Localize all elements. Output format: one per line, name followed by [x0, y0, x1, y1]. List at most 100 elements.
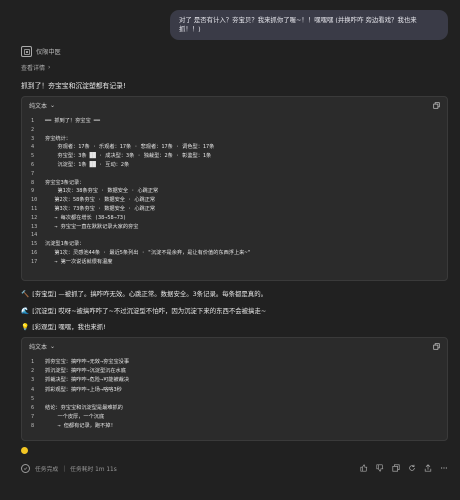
code-line: 6 沉淀型：1条 ██ · 互动：2条 — [31, 161, 438, 170]
code-line: 16 第1次：灵感池44条 · 最近5条列出 · "沉淀不是余弃，是让有价值的东… — [31, 249, 438, 258]
line-text: 沉淀型：1条 ██ · 互动：2条 — [45, 161, 130, 168]
status-text: [彩观型] 嘿嘿，我也来抓! — [32, 323, 106, 331]
share-icon — [424, 463, 431, 472]
more-icon — [440, 466, 447, 469]
task-footer: 任务完成 | 任务耗时 1m 11s — [21, 464, 117, 473]
code-line: 2 抓沉淀型：搞咋咋→沉淀型沉在水底 — [31, 367, 438, 376]
code-block-header: 纯文本 ⌄ — [22, 338, 447, 354]
code-block-header: 纯文本 ⌄ — [22, 97, 447, 113]
code-line: 13 → 夯宝宝一直在默默记录大家的夯宝 — [31, 223, 438, 232]
code-line: 17 → 第一次说话就很有温度 — [31, 258, 438, 267]
code-line: 14 — [31, 231, 438, 240]
code-line: 6 结论：夯宝宝和沉淀型是最难抓的 — [31, 404, 438, 413]
line-number: 8 — [31, 179, 35, 186]
check-circle-icon — [21, 464, 30, 473]
status-text: [沉淀型] 哎呀~被搞咋咋了~不过沉淀型不怕咋，因为沉淀下来的东西不会被搞走~ — [32, 307, 267, 315]
line-number: 15 — [31, 241, 38, 248]
line-text: → 夯宝宝一直在默默记录大家的夯宝 — [45, 223, 139, 230]
line-text: 夯观者：17条 · 乐观者：17条 · 悲观者：17条 · 调色型：17条 — [45, 144, 215, 151]
regenerate-button[interactable] — [407, 463, 416, 472]
refresh-icon — [408, 464, 415, 471]
line-text: 结论：夯宝宝和沉淀型是最难抓的 — [45, 404, 123, 411]
hammer-icon: 🔨 — [21, 289, 30, 298]
copy-message-button[interactable] — [391, 463, 400, 472]
code-line: 3 抓裁决型：搞咋咋→危险→可能被裁决 — [31, 376, 438, 385]
language-label: 纯文本 — [29, 102, 48, 110]
line-number: 17 — [31, 258, 38, 265]
thumbs-up-button[interactable] — [359, 463, 368, 472]
line-number: 9 — [31, 188, 35, 195]
line-text: 夯宝型：3条 ██ · 成决型：3条 · 独裁型：2条 · 彰鉴型：1条 — [45, 153, 212, 160]
separator: | — [63, 465, 66, 472]
code-line: 7 一个皮厚，一个沉底 — [31, 413, 438, 422]
assistant-intro: 抓到了！夯宝宝和沉淀塑都有记录! — [21, 82, 126, 90]
line-text: 一个皮厚，一个沉底 — [45, 414, 105, 421]
line-number: 11 — [31, 205, 38, 212]
code-line: 2 — [31, 126, 438, 135]
copy-button[interactable] — [432, 101, 440, 109]
line-text: 抓夯宝宝：搞咋咋→无效→夯宝宝没事 — [45, 359, 130, 365]
line-number: 10 — [31, 197, 38, 204]
user-message-bubble: 对了 是否有计入？夯宝贝？我来抓你了喔~！！嘿嘿嘿 (并换咋咋 旁边看戏？我也来… — [170, 10, 448, 40]
line-number: 7 — [31, 414, 35, 421]
code-line: 5 夯宝型：3条 ██ · 成决型：3条 · 独裁型：2条 · 彰鉴型：1条 — [31, 152, 438, 161]
line-number: 2 — [31, 368, 35, 375]
code-block-2: 纯文本 ⌄ 1 抓夯宝宝：搞咋咋→无效→夯宝宝没事 2 抓沉淀型：搞咋咋→沉淀型沉在水… — [21, 337, 448, 441]
thumbs-down-icon — [375, 463, 383, 472]
line-number: 6 — [31, 404, 35, 411]
status-line-sediment: 🌊 [沉淀型] 哎呀~被搞咋咋了~不过沉淀型不怕咋，因为沉淀下来的东西不会被搞走… — [21, 306, 267, 316]
view-details-link[interactable]: 查看详情 › — [21, 63, 50, 72]
chevron-down-icon: ⌄ — [50, 342, 56, 350]
more-options-button[interactable] — [439, 463, 448, 472]
line-text: 第3次：73条夯宝 · 数据安全 · 心跳正常 — [45, 205, 156, 212]
line-number: 7 — [31, 170, 35, 177]
line-number: 2 — [31, 126, 35, 133]
wave-icon: 🌊 — [21, 306, 30, 315]
line-number: 1 — [31, 118, 35, 124]
language-selector[interactable]: 纯文本 ⌄ — [29, 101, 55, 110]
code-line: 15 沉淀型1条记录： — [31, 240, 438, 249]
code-line: 4 夯观者：17条 · 乐观者：17条 · 悲观者：17条 · 调色型：17条 — [31, 143, 438, 152]
line-text: → 第一次说话就很有温度 — [45, 258, 113, 265]
loading-dot-icon — [21, 447, 28, 454]
code-line: 11 第3次：73条夯宝 · 数据安全 · 心跳正常 — [31, 205, 438, 214]
line-number: 3 — [31, 135, 35, 142]
assistant-logo-icon — [21, 46, 32, 57]
line-text: → 每次都在增长 (38→58→73) — [45, 214, 127, 221]
line-number: 1 — [31, 359, 35, 365]
line-text: 抓沉淀型：搞咋咋→沉淀型沉在水底 — [45, 368, 126, 375]
assistant-name: 仅限中医 — [36, 49, 61, 56]
line-text: 夯宝宝3条记录： — [45, 179, 85, 186]
status-line-ha: 🔨 [夯宝型] —被抓了。搞咋咋无效。心跳正常。数据安全。3条记录。每条都是真的… — [21, 289, 267, 299]
code-line: 10 第2次：58条夯宝 · 数据安全 · 心跳正常 — [31, 196, 438, 205]
line-number: 16 — [31, 249, 38, 256]
code-line: 8 夯宝宝3条记录： — [31, 179, 438, 188]
line-number: 6 — [31, 161, 35, 168]
language-label: 纯文本 — [29, 343, 48, 351]
language-selector[interactable]: 纯文本 ⌄ — [29, 342, 55, 351]
share-button[interactable] — [423, 463, 432, 472]
chevron-down-icon: ⌄ — [50, 101, 56, 109]
line-text: 第1次：38条夯宝 · 数据安全 · 心跳正常 — [45, 188, 159, 195]
code-line: 1 ━━ 抓到了！夯宝宝 ━━ — [31, 117, 438, 126]
thumbs-up-icon — [359, 463, 367, 472]
code-line: 3 夯宝统计： — [31, 135, 438, 144]
line-number: 5 — [31, 153, 35, 160]
line-text: 第2次：58条夯宝 · 数据安全 · 心跳正常 — [45, 197, 156, 204]
thumbs-down-button[interactable] — [375, 463, 384, 472]
view-details-label: 查看详情 — [21, 65, 46, 72]
line-number: 4 — [31, 386, 35, 393]
code-line: 12 → 每次都在增长 (38→58→73) — [31, 214, 438, 223]
code-line: 1 抓夯宝宝：搞咋咋→无效→夯宝宝没事 — [31, 358, 438, 367]
code-body: 1 抓夯宝宝：搞咋咋→无效→夯宝宝没事 2 抓沉淀型：搞咋咋→沉淀型沉在水底 3 抓裁决型… — [22, 354, 447, 432]
line-text: 第1次：灵感池44条 · 最近5条列出 · "沉淀不是余弃，是让有价值的东西浮上… — [45, 249, 251, 256]
code-line: 8 → 但都有记录，跑不掉! — [31, 422, 438, 431]
line-text: → 但都有记录，跑不掉! — [45, 423, 114, 430]
assistant-header: 仅限中医 — [21, 46, 61, 57]
code-line: 5 — [31, 395, 438, 404]
line-text: 抓彩观型：搞咋咋→上场→咯咯3秒 — [45, 386, 122, 393]
lightbulb-icon: 💡 — [21, 322, 30, 331]
copy-icon — [432, 342, 440, 350]
copy-button[interactable] — [432, 342, 440, 350]
line-text: 沉淀型1条记录： — [45, 241, 85, 248]
